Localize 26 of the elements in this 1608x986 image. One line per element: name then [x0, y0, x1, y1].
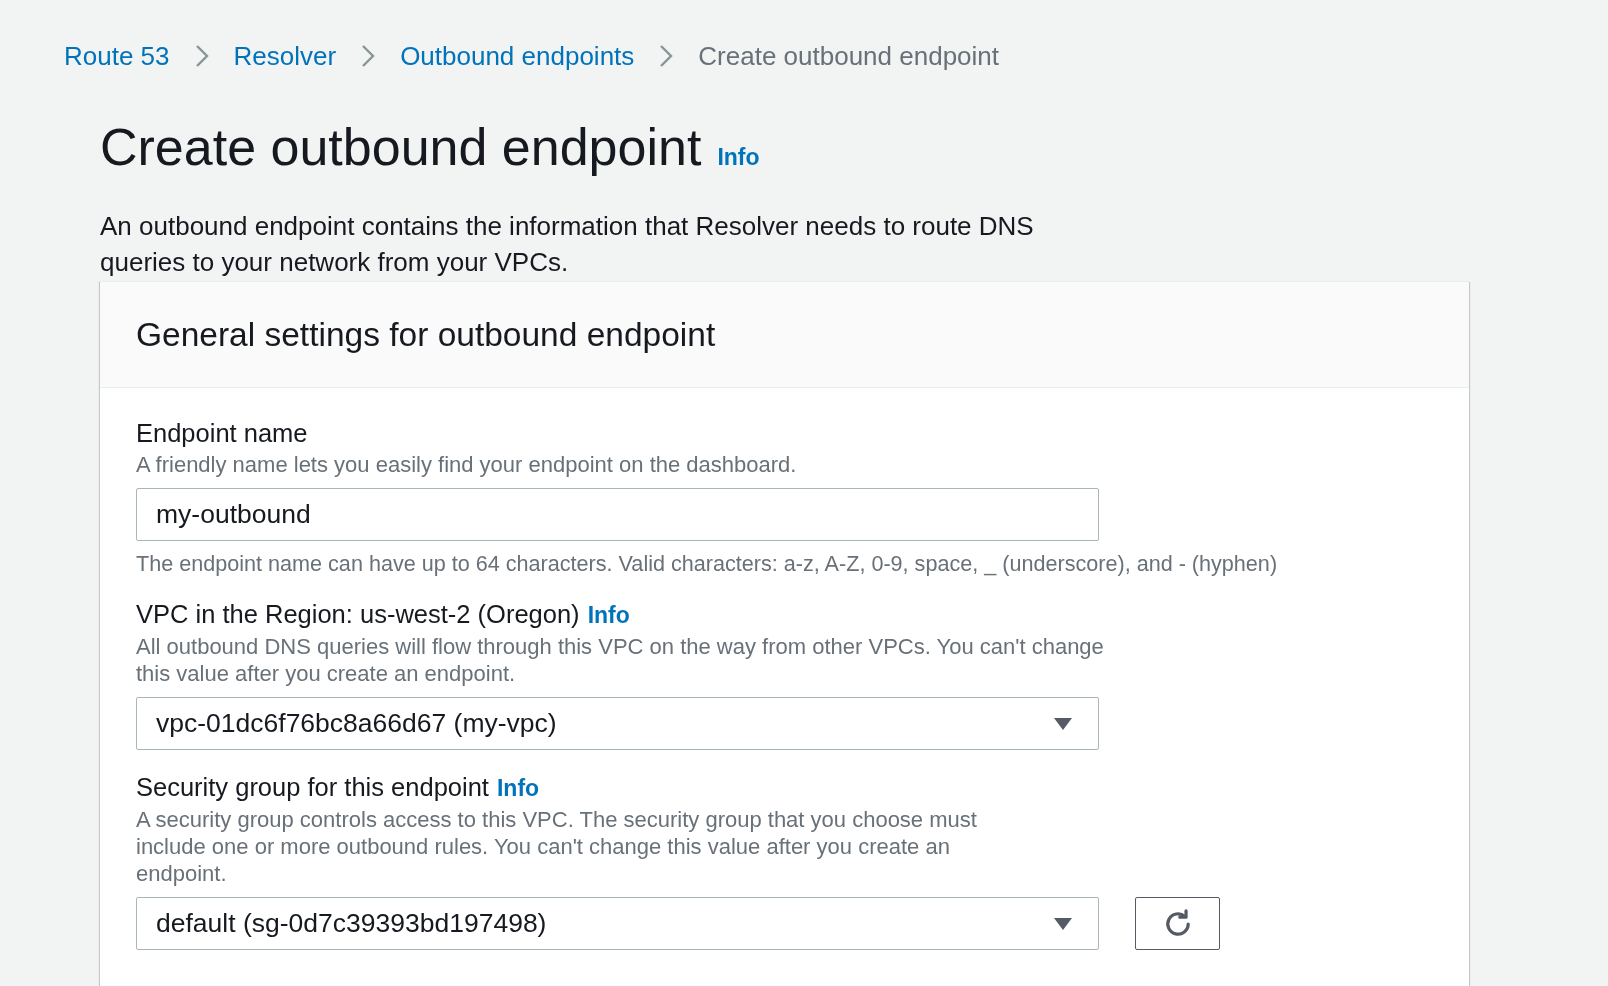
page-title: Create outbound endpoint	[100, 117, 702, 177]
field-label: Endpoint name	[136, 418, 308, 448]
field-description: All outbound DNS queries will flow through this VPC on the way from other VPCs. You can't change this value after you create an endpoint.	[136, 633, 1105, 687]
info-link[interactable]: Info	[587, 600, 630, 630]
breadcrumb-link[interactable]: Route 53	[64, 41, 170, 71]
caret-down-icon	[1054, 717, 1072, 730]
field-description: A security group controls access to this VPC. The security group that you choose must include one or more outbound rules. You can't change this value after you create an endpoint.	[136, 806, 978, 887]
caret-down-icon	[1054, 917, 1072, 930]
chevron-right-icon	[361, 44, 376, 68]
panel-title: General settings for outbound endpoint	[136, 315, 716, 354]
info-link[interactable]: Info	[496, 773, 540, 803]
field-label: VPC in the Region: us-west-2 (Oregon)	[136, 599, 580, 629]
field-label: Security group for this endpoint	[136, 772, 489, 802]
info-link[interactable]: Info	[717, 144, 760, 171]
select-dropdown[interactable]: vpc-01dc6f76bc8a66d67 (my-vpc)	[136, 697, 1099, 750]
chevron-right-icon	[659, 44, 674, 68]
breadcrumb-link[interactable]: Resolver	[233, 41, 337, 71]
select-dropdown[interactable]: default (sg-0d7c39393bd197498)	[136, 897, 1099, 950]
chevron-right-icon	[194, 44, 209, 68]
breadcrumb-current: Create outbound endpoint	[698, 41, 1000, 71]
field-description: A friendly name lets you easily find your endpoint on the dashboard.	[136, 451, 798, 478]
page-description: An outbound endpoint contains the information that Resolver needs to route DNS queries to your network from your VPCs.	[100, 210, 1035, 279]
text-field[interactable]: my-outbound	[136, 488, 1099, 541]
breadcrumb-link[interactable]: Outbound endpoints	[400, 41, 635, 71]
field-hint: The endpoint name can have up to 64 characters. Valid characters: a-z, A-Z, 0-9, space, _ (underscore), and - (hyphen)	[136, 551, 1279, 577]
refresh-button[interactable]	[1135, 897, 1220, 950]
